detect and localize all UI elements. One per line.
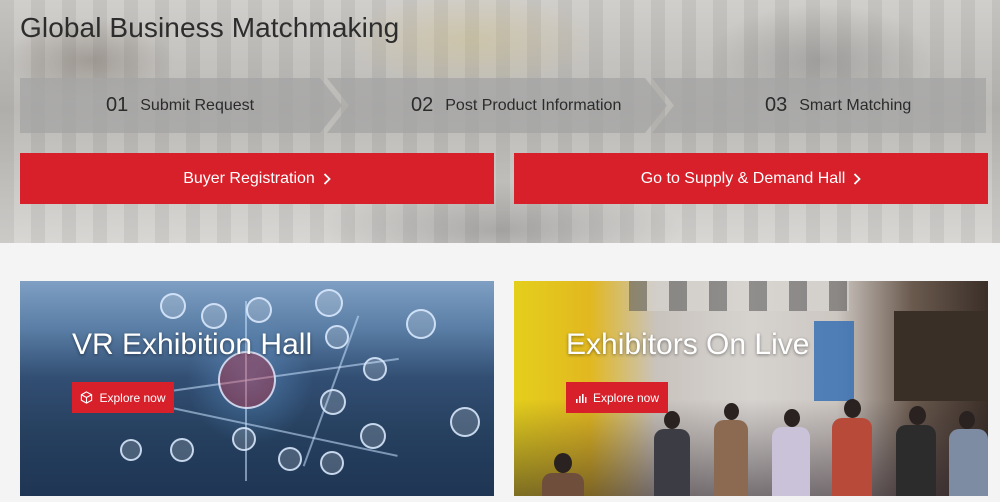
- process-steps: 01 Submit Request 02 Post Product Inform…: [20, 78, 986, 133]
- step-label: Submit Request: [140, 96, 255, 114]
- buyer-registration-button[interactable]: Buyer Registration: [20, 153, 494, 204]
- step-label: Smart Matching: [799, 96, 912, 114]
- button-label: Explore now: [592, 390, 660, 405]
- hero-banner: Global Business Matchmaking 01 Submit Re…: [0, 0, 1000, 243]
- card-title: Exhibitors On Live: [566, 328, 810, 361]
- card-title: VR Exhibition Hall: [72, 328, 313, 361]
- button-label: Explore now: [99, 390, 166, 405]
- step-number: 03: [765, 94, 788, 116]
- chevron-right-icon: [854, 172, 862, 185]
- bar-chart-icon: [575, 393, 587, 403]
- step-submit-request: 01 Submit Request: [20, 78, 342, 133]
- step-post-product-information: 02 Post Product Information: [327, 78, 667, 133]
- supply-demand-hall-button[interactable]: Go to Supply & Demand Hall: [514, 153, 988, 204]
- step-label: Post Product Information: [445, 96, 622, 114]
- step-smart-matching: 03 Smart Matching: [652, 78, 986, 133]
- button-label: Buyer Registration: [183, 169, 315, 187]
- explore-now-button[interactable]: Explore now: [72, 382, 174, 413]
- step-number: 02: [411, 94, 434, 116]
- explore-now-button[interactable]: Explore now: [566, 382, 668, 413]
- vr-exhibition-hall-card[interactable]: VR Exhibition Hall Explore now: [20, 281, 494, 496]
- exhibitors-on-live-card[interactable]: Exhibitors On Live Explore now: [514, 281, 988, 496]
- step-number: 01: [106, 94, 129, 116]
- page-title: Global Business Matchmaking: [20, 12, 400, 43]
- chevron-right-icon: [323, 172, 331, 185]
- cube-icon: [81, 391, 93, 404]
- button-label: Go to Supply & Demand Hall: [640, 169, 846, 187]
